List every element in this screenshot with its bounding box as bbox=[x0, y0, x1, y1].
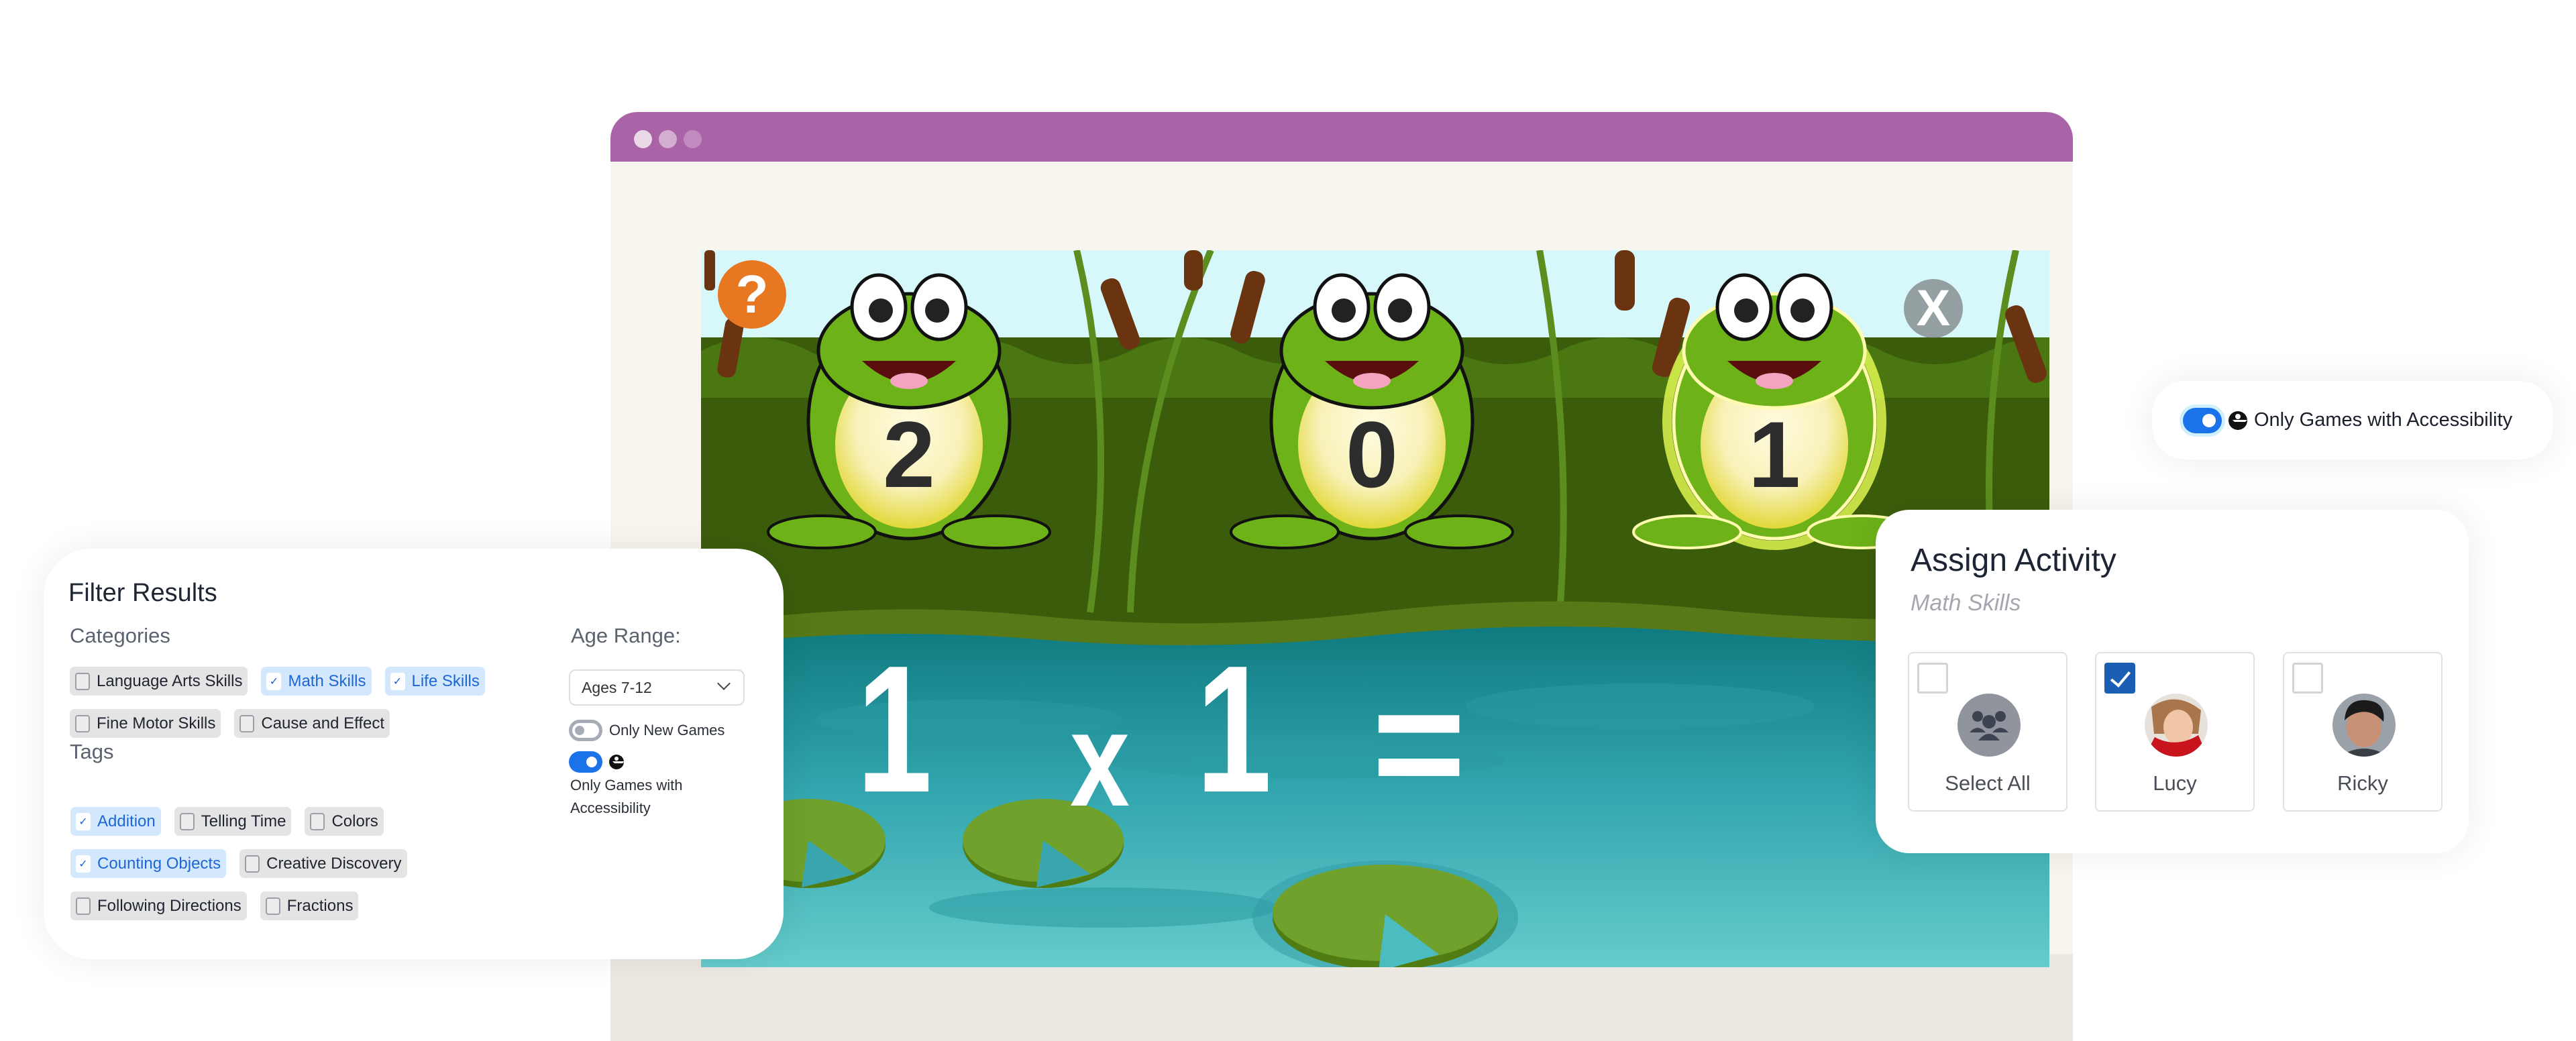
check-icon: ✓ bbox=[76, 855, 91, 873]
equation-operator: x bbox=[1070, 685, 1130, 834]
accessibility-pill-label: Only Games with Accessibility bbox=[2254, 409, 2513, 431]
frog-3-number[interactable]: 1 bbox=[1721, 408, 1828, 502]
tags-label: Tags bbox=[70, 740, 114, 763]
check-icon: ✓ bbox=[76, 812, 91, 830]
group-icon bbox=[1957, 694, 2021, 757]
check-icon: ✓ bbox=[390, 672, 405, 690]
accessibility-filter-pill: Only Games with Accessibility bbox=[2152, 381, 2553, 459]
assign-subtitle: Math Skills bbox=[1911, 590, 2021, 616]
checkbox-icon bbox=[265, 897, 280, 915]
only-new-games-row: Only New Games bbox=[569, 720, 724, 741]
checkbox-icon bbox=[310, 812, 325, 830]
ricky-checkbox[interactable] bbox=[2292, 663, 2323, 694]
tag-chip-addition[interactable]: ✓ Addition bbox=[70, 807, 161, 836]
student-name: Select All bbox=[1945, 771, 2031, 795]
frog-1-number[interactable]: 2 bbox=[855, 408, 963, 502]
filter-title: Filter Results bbox=[68, 579, 217, 607]
close-game-button[interactable]: X bbox=[1904, 279, 1963, 338]
checkbox-icon bbox=[245, 855, 260, 873]
student-name: Ricky bbox=[2337, 771, 2388, 795]
accessibility-icon bbox=[609, 755, 625, 769]
student-card-ricky[interactable]: Ricky bbox=[2283, 652, 2443, 812]
only-accessible-games-row: Only Games with Accessibility bbox=[569, 751, 770, 820]
tag-chip-colors[interactable]: Colors bbox=[305, 807, 384, 836]
pond-scene bbox=[701, 250, 2049, 967]
window-close-dot[interactable] bbox=[634, 130, 652, 148]
lucy-checkbox[interactable] bbox=[2104, 663, 2135, 694]
age-range-value: Ages 7-12 bbox=[582, 678, 652, 696]
equation-equals: = bbox=[1372, 653, 1466, 833]
tag-chip-counting-objects[interactable]: ✓ Counting Objects bbox=[70, 849, 227, 878]
avatar-ricky bbox=[2332, 694, 2396, 757]
window-titlebar bbox=[610, 112, 2073, 162]
equation-left-operand: 1 bbox=[857, 628, 932, 830]
select-all-checkbox[interactable] bbox=[1917, 663, 1948, 694]
category-chip-math-skills[interactable]: ✓ Math Skills bbox=[261, 667, 372, 696]
only-accessible-games-toggle[interactable] bbox=[569, 751, 602, 773]
only-new-games-toggle[interactable] bbox=[569, 720, 602, 741]
game-canvas[interactable]: 2 0 1 ? X 1 x 1 = bbox=[701, 250, 2049, 967]
age-range-label: Age Range: bbox=[571, 624, 681, 647]
checkbox-icon bbox=[179, 812, 195, 830]
age-range-select[interactable]: Ages 7-12 bbox=[569, 669, 745, 706]
category-chips: Language Arts Skills ✓ Math Skills ✓ Life … bbox=[70, 667, 539, 696]
tag-chips-row-3: Following Directions Fractions bbox=[70, 891, 540, 920]
checkbox-icon bbox=[75, 714, 90, 732]
tag-chip-creative-discovery[interactable]: Creative Discovery bbox=[239, 849, 407, 878]
tag-chip-telling-time[interactable]: Telling Time bbox=[174, 807, 292, 836]
category-chip-fine-motor[interactable]: Fine Motor Skills bbox=[70, 709, 221, 738]
accessibility-pill-toggle[interactable] bbox=[2183, 407, 2222, 433]
student-name: Lucy bbox=[2153, 771, 2197, 795]
help-button[interactable]: ? bbox=[718, 260, 786, 329]
category-chip-life-skills[interactable]: ✓ Life Skills bbox=[384, 667, 485, 696]
student-card-lucy[interactable]: Lucy bbox=[2095, 652, 2255, 812]
categories-label: Categories bbox=[70, 624, 170, 647]
only-new-games-label: Only New Games bbox=[609, 722, 725, 738]
equation-right-operand: 1 bbox=[1196, 628, 1272, 830]
assign-activity-panel: Assign Activity Math Skills Select All L… bbox=[1876, 510, 2469, 853]
filter-results-panel: Filter Results Categories Language Arts … bbox=[44, 549, 784, 959]
window-maximize-dot[interactable] bbox=[684, 130, 702, 148]
checkbox-icon bbox=[76, 897, 91, 915]
check-icon: ✓ bbox=[266, 672, 282, 690]
only-accessible-games-label: Only Games with Accessibility bbox=[570, 777, 683, 816]
frog-2-number[interactable]: 0 bbox=[1318, 408, 1426, 502]
category-chip-language-arts[interactable]: Language Arts Skills bbox=[70, 667, 248, 696]
tag-chip-fractions[interactable]: Fractions bbox=[260, 891, 359, 920]
student-card-select-all[interactable]: Select All bbox=[1908, 652, 2068, 812]
tag-chip-following-directions[interactable]: Following Directions bbox=[70, 891, 247, 920]
assign-title: Assign Activity bbox=[1911, 543, 2116, 578]
checkbox-icon bbox=[75, 672, 90, 690]
accessibility-icon bbox=[2229, 410, 2247, 430]
checkbox-icon bbox=[239, 714, 255, 732]
tag-chips: ✓ Addition Telling Time Colors bbox=[70, 807, 540, 836]
window-minimize-dot[interactable] bbox=[659, 130, 677, 148]
chevron-down-icon bbox=[717, 677, 731, 690]
category-chips-row-2: Fine Motor Skills Cause and Effect bbox=[70, 709, 539, 738]
tag-chips-row-2: ✓ Counting Objects Creative Discovery bbox=[70, 849, 540, 878]
category-chip-cause-effect[interactable]: Cause and Effect bbox=[234, 709, 390, 738]
avatar-lucy bbox=[2145, 694, 2208, 757]
